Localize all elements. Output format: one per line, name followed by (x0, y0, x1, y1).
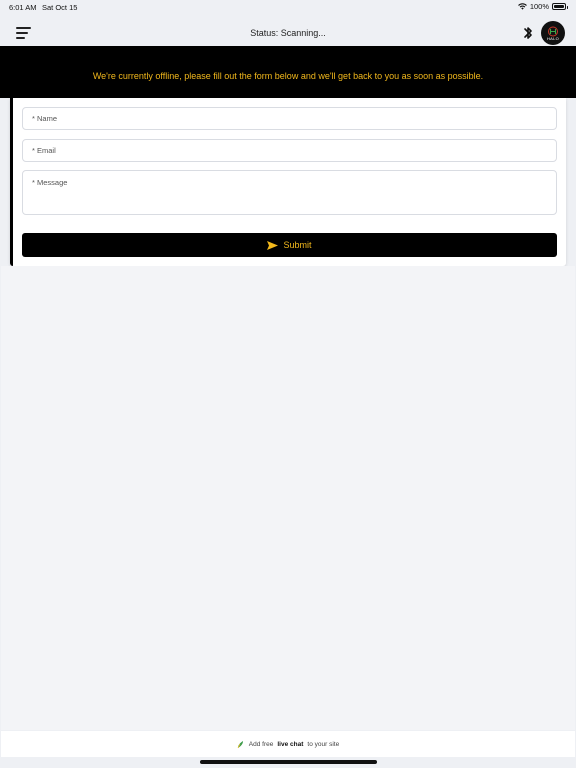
offline-message: We're currently offline, please fill out… (92, 71, 484, 81)
send-icon (267, 240, 279, 250)
status-bar-right: 100% (517, 2, 568, 11)
bluetooth-icon[interactable] (521, 25, 535, 41)
wifi-icon (517, 3, 527, 10)
message-input[interactable] (22, 170, 557, 215)
system-status-bar: 6:01 AM Sat Oct 15 100% (0, 0, 576, 16)
content-area (1, 266, 575, 730)
footer-prefix: Add free (248, 740, 274, 748)
offline-banner: We're currently offline, please fill out… (0, 46, 576, 98)
name-input[interactable] (22, 107, 557, 130)
chat-footer[interactable]: Add free live chat to your site (1, 731, 575, 757)
profile-avatar[interactable]: HALO (541, 21, 565, 45)
app-header: Status: Scanning... HALO (0, 18, 576, 46)
battery-icon (552, 3, 568, 10)
chat-logo-icon (237, 740, 243, 748)
footer-suffix: to your site (307, 740, 340, 748)
email-input[interactable] (22, 139, 557, 162)
clock-date: Sat Oct 15 (42, 3, 78, 12)
offline-form: Submit (10, 98, 566, 266)
clock-time: 6:01 AM (9, 3, 37, 12)
logo-text: HALO (546, 35, 560, 41)
battery-percent: 100% (529, 2, 549, 11)
submit-label: Submit (283, 240, 312, 250)
footer-bold-link[interactable]: live chat (277, 741, 303, 748)
submit-button[interactable]: Submit (22, 233, 557, 257)
connection-status: Status: Scanning... (250, 28, 326, 38)
home-indicator[interactable] (200, 760, 377, 764)
